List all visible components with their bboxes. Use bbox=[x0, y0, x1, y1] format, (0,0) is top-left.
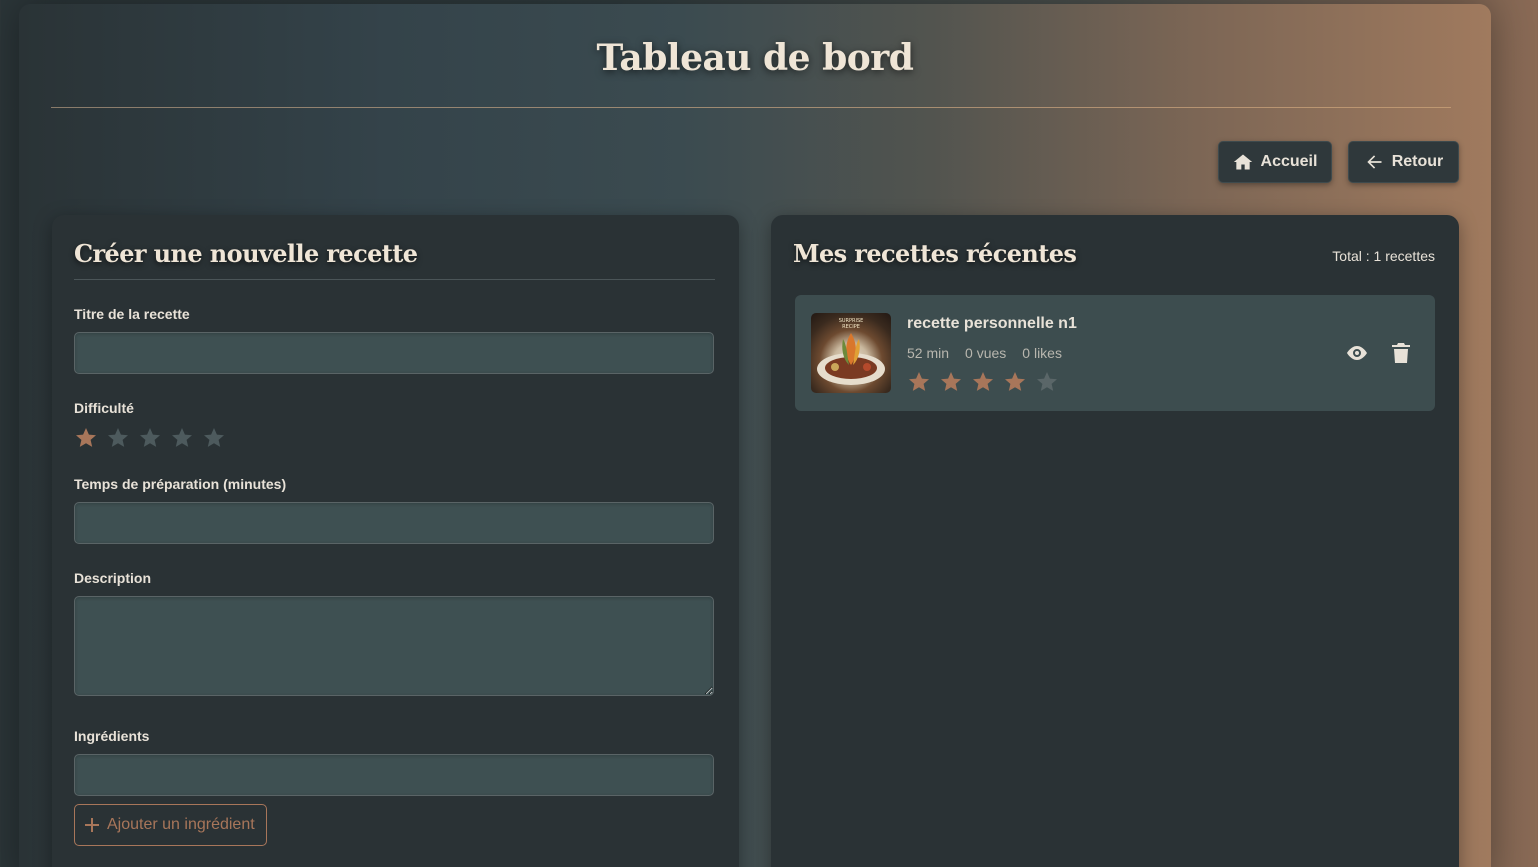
rating-star-icon bbox=[1003, 370, 1027, 399]
rating-star-icon bbox=[1035, 370, 1059, 399]
recent-recipes-panel: Mes recettes récentes Total : 1 recettes… bbox=[771, 215, 1459, 867]
add-ingredient-button[interactable]: Ajouter un ingrédient bbox=[74, 804, 267, 846]
difficulty-star-icon[interactable] bbox=[74, 426, 98, 455]
home-button[interactable]: Accueil bbox=[1218, 141, 1332, 183]
recipe-title-label: Titre de la recette bbox=[74, 306, 190, 322]
trash-icon bbox=[1392, 343, 1410, 363]
view-recipe-button[interactable] bbox=[1345, 341, 1369, 365]
recipe-name[interactable]: recette personnelle n1 bbox=[907, 315, 1077, 333]
delete-recipe-button[interactable] bbox=[1389, 341, 1413, 365]
recipe-card: SURPRISE RECIPE recette personnelle n1 5… bbox=[795, 295, 1435, 411]
description-textarea[interactable] bbox=[74, 596, 714, 696]
recipe-meta: 52 min 0 vues 0 likes bbox=[907, 345, 1062, 361]
title-divider bbox=[51, 107, 1451, 108]
rating-star-icon bbox=[939, 370, 963, 399]
dashboard-container: Tableau de bord Accueil Retour Créer une… bbox=[19, 4, 1491, 867]
difficulty-star-icon[interactable] bbox=[138, 426, 162, 455]
panel-divider bbox=[74, 279, 715, 280]
recipes-total: Total : 1 recettes bbox=[1332, 248, 1435, 264]
recipe-thumbnail: SURPRISE RECIPE bbox=[811, 313, 891, 393]
recipe-likes: 0 likes bbox=[1022, 345, 1062, 361]
ingredients-label: Ingrédients bbox=[74, 728, 150, 744]
back-button[interactable]: Retour bbox=[1348, 141, 1459, 183]
add-ingredient-label: Ajouter un ingrédient bbox=[107, 816, 255, 833]
back-button-label: Retour bbox=[1391, 153, 1444, 170]
rating-star-icon bbox=[907, 370, 931, 399]
recipe-photo-illustration: SURPRISE RECIPE bbox=[817, 318, 885, 385]
recent-recipes-title: Mes recettes récentes bbox=[793, 239, 1077, 268]
difficulty-rating bbox=[74, 426, 226, 455]
page-title: Tableau de bord bbox=[596, 37, 914, 79]
difficulty-star-icon[interactable] bbox=[106, 426, 130, 455]
plus-icon bbox=[85, 818, 99, 832]
recipe-views: 0 vues bbox=[965, 345, 1007, 361]
prep-time-label: Temps de préparation (minutes) bbox=[74, 476, 287, 492]
eye-icon bbox=[1347, 346, 1367, 360]
difficulty-star-icon[interactable] bbox=[202, 426, 226, 455]
create-recipe-panel: Créer une nouvelle recette Titre de la r… bbox=[52, 215, 739, 867]
prep-time-input[interactable] bbox=[74, 502, 714, 544]
difficulty-label: Difficulté bbox=[74, 400, 134, 416]
ingredient-input[interactable] bbox=[74, 754, 714, 796]
recipe-title-input[interactable] bbox=[74, 332, 714, 374]
arrow-left-icon bbox=[1367, 155, 1382, 169]
recipe-rating bbox=[907, 370, 1059, 399]
recipe-time: 52 min bbox=[907, 345, 950, 361]
create-recipe-title: Créer une nouvelle recette bbox=[74, 239, 418, 268]
thumbnail-text-2: RECIPE bbox=[842, 324, 860, 330]
description-label: Description bbox=[74, 570, 152, 586]
rating-star-icon bbox=[971, 370, 995, 399]
difficulty-star-icon[interactable] bbox=[170, 426, 194, 455]
home-button-label: Accueil bbox=[1260, 153, 1318, 170]
home-icon bbox=[1233, 154, 1252, 170]
